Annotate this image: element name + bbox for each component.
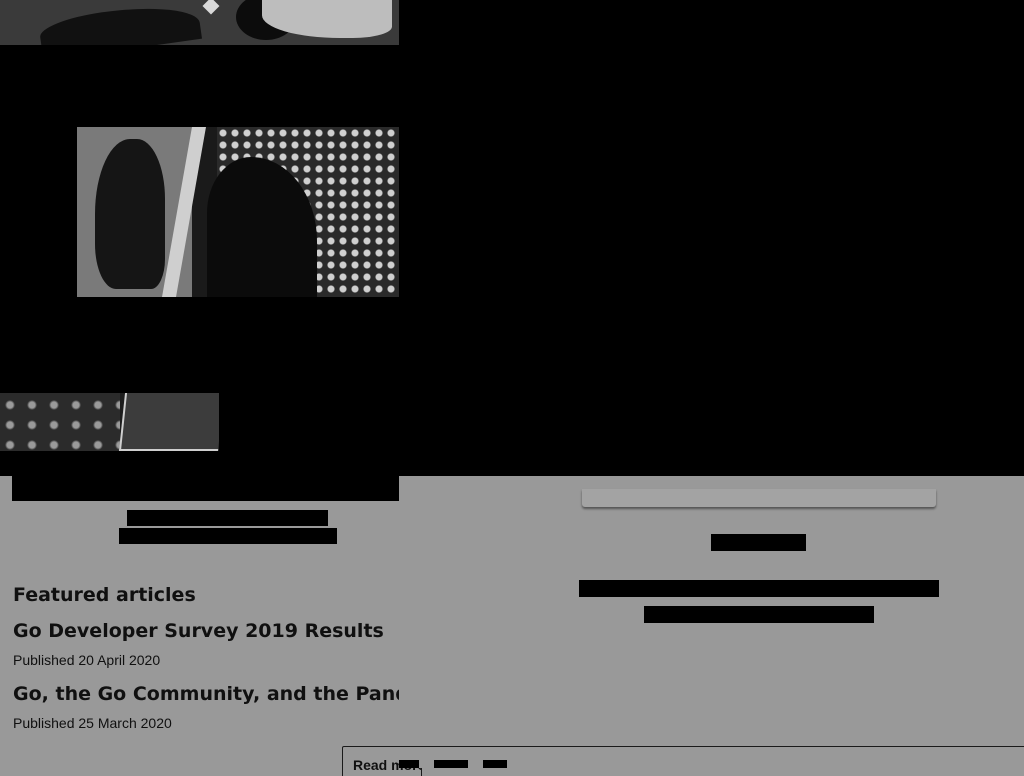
divider (399, 746, 1024, 747)
hero-thumbnail-image (0, 393, 219, 451)
redacted-button[interactable] (434, 760, 468, 768)
article-item: Go, the Go Community, and the Pandemic P… (13, 683, 399, 731)
redacted-text (119, 528, 337, 544)
article-date: Published 25 March 2020 (13, 715, 172, 731)
featured-articles-heading: Featured articles (13, 584, 196, 606)
main-page: Featured articles Go Developer Survey 20… (0, 0, 422, 776)
redacted-text (711, 534, 806, 551)
hero-section (0, 0, 399, 476)
overlay-dark-panel (399, 0, 1024, 476)
hero-top-image (0, 0, 399, 45)
article-title-link[interactable]: Go, the Go Community, and the Pandemic (13, 683, 399, 705)
article-date: Published 20 April 2020 (13, 652, 161, 668)
card-bottom-edge (582, 489, 936, 507)
article-title-link[interactable]: Go Developer Survey 2019 Results (13, 620, 399, 642)
redacted-text (579, 580, 939, 597)
redacted-text (127, 510, 328, 526)
redacted-button[interactable] (483, 760, 507, 768)
redacted-text (644, 606, 874, 623)
article-item: Go Developer Survey 2019 Results Publish… (13, 620, 399, 668)
hero-image (77, 127, 399, 297)
redacted-button[interactable] (399, 760, 419, 768)
redacted-bar (12, 476, 399, 501)
